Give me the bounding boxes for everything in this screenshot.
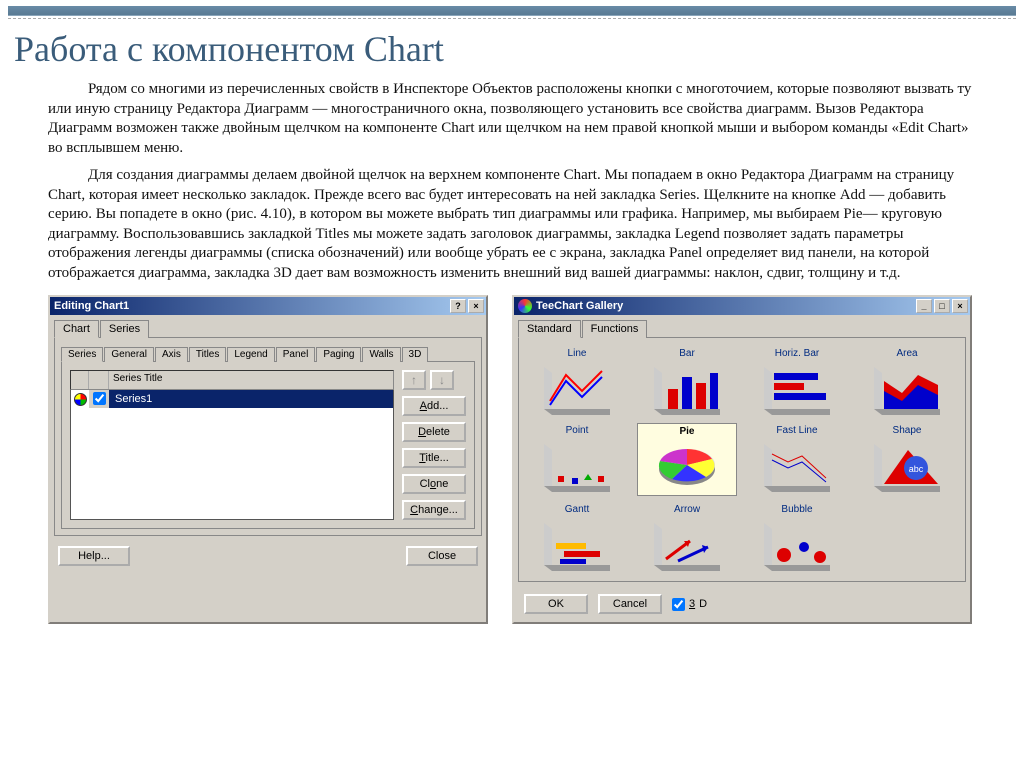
arrow-icon <box>648 517 726 571</box>
window-title: TeeChart Gallery <box>536 300 914 312</box>
horiz-bar-icon <box>758 361 836 415</box>
ok-button[interactable]: OK <box>524 594 588 614</box>
editing-chart-dialog: Editing Chart1 ? × Chart Series Series G… <box>48 295 488 624</box>
series-row[interactable]: Series1 <box>71 390 393 408</box>
header-stripe <box>8 6 1016 16</box>
gallery-shape[interactable]: Shape abc <box>857 423 957 496</box>
dialog-footer: Help... Close <box>50 540 486 574</box>
series-checkbox[interactable] <box>89 390 109 408</box>
col-icon <box>71 371 89 389</box>
tab-general[interactable]: General <box>104 347 154 362</box>
shape-icon: abc <box>868 438 946 492</box>
paragraph-1: Рядом со многими из перечисленных свойст… <box>48 80 984 158</box>
titlebar[interactable]: TeeChart Gallery _ □ × <box>514 297 970 315</box>
tab-series[interactable]: Series <box>100 320 149 338</box>
fast-line-icon <box>758 438 836 492</box>
tab-titles[interactable]: Titles <box>189 347 227 362</box>
gallery-point[interactable]: Point <box>527 423 627 496</box>
tab-panel[interactable]: Panel <box>276 347 316 362</box>
3d-checkbox[interactable]: 3D <box>672 598 707 611</box>
teechart-gallery-dialog: TeeChart Gallery _ □ × Standard Function… <box>512 295 972 624</box>
inner-tabs: Series General Axis Titles Legend Panel … <box>61 346 475 361</box>
app-icon <box>518 299 532 313</box>
tab-standard[interactable]: Standard <box>518 320 581 338</box>
outer-tabs: Chart Series <box>50 315 486 337</box>
clone-button[interactable]: Clone <box>402 474 466 494</box>
tab-paging[interactable]: Paging <box>316 347 361 362</box>
gallery-line[interactable]: Line <box>527 346 627 417</box>
side-buttons: ↑ ↓ Add... Delete Title... Clone Change.… <box>402 370 466 520</box>
tab-series-inner[interactable]: Series <box>61 347 103 362</box>
tab-axis[interactable]: Axis <box>155 347 188 362</box>
tab-3d[interactable]: 3D <box>402 347 429 362</box>
gallery-tabs: Standard Functions <box>514 315 970 337</box>
series-header: Series Title <box>70 370 394 390</box>
gallery-bar[interactable]: Bar <box>637 346 737 417</box>
close-icon[interactable]: × <box>468 299 484 313</box>
gallery-gantt[interactable]: Gantt <box>527 502 627 573</box>
gantt-icon <box>538 517 616 571</box>
maximize-icon[interactable]: □ <box>934 299 950 313</box>
tab-walls[interactable]: Walls <box>362 347 400 362</box>
inner-panel: Series Title Series1 ↑ <box>61 361 475 529</box>
minimize-icon[interactable]: _ <box>916 299 932 313</box>
pie-chart-icon <box>648 439 726 493</box>
gallery-panel: Line Bar Horiz. Bar Area Point <box>518 337 966 582</box>
bar-chart-icon <box>648 361 726 415</box>
gallery-footer: OK Cancel 3D <box>514 586 970 622</box>
gallery-bubble[interactable]: Bubble <box>747 502 847 573</box>
help-button[interactable]: Help... <box>58 546 130 566</box>
divider <box>8 18 1016 20</box>
page-title: Работа с компонентом Chart <box>14 28 1024 70</box>
outer-tab-panel: Series General Axis Titles Legend Panel … <box>54 337 482 536</box>
add-button[interactable]: Add... <box>402 396 466 416</box>
gallery-area[interactable]: Area <box>857 346 957 417</box>
close-button[interactable]: Close <box>406 546 478 566</box>
series-list: Series Title Series1 <box>70 370 394 520</box>
series-name: Series1 <box>109 391 393 407</box>
line-chart-icon <box>538 361 616 415</box>
svg-text:abc: abc <box>909 464 924 474</box>
tab-legend[interactable]: Legend <box>227 347 274 362</box>
move-up-button[interactable]: ↑ <box>402 370 426 390</box>
gallery-horiz-bar[interactable]: Horiz. Bar <box>747 346 847 417</box>
gallery-arrow[interactable]: Arrow <box>637 502 737 573</box>
window-title: Editing Chart1 <box>54 300 448 312</box>
point-chart-icon <box>538 438 616 492</box>
delete-button[interactable]: Delete <box>402 422 466 442</box>
col-title: Series Title <box>109 371 393 389</box>
help-icon[interactable]: ? <box>450 299 466 313</box>
move-down-button[interactable]: ↓ <box>430 370 454 390</box>
pie-icon <box>71 390 89 408</box>
titlebar[interactable]: Editing Chart1 ? × <box>50 297 486 315</box>
gallery-fast-line[interactable]: Fast Line <box>747 423 847 496</box>
col-check <box>89 371 109 389</box>
change-button[interactable]: Change... <box>402 500 466 520</box>
gallery-pie[interactable]: Pie <box>637 423 737 496</box>
close-icon[interactable]: × <box>952 299 968 313</box>
area-chart-icon <box>868 361 946 415</box>
tab-functions[interactable]: Functions <box>582 320 648 338</box>
paragraph-2: Для создания диаграммы делаем двойной ще… <box>48 166 984 283</box>
title-button[interactable]: Title... <box>402 448 466 468</box>
cancel-button[interactable]: Cancel <box>598 594 662 614</box>
bubble-icon <box>758 517 836 571</box>
tab-chart[interactable]: Chart <box>54 320 99 338</box>
